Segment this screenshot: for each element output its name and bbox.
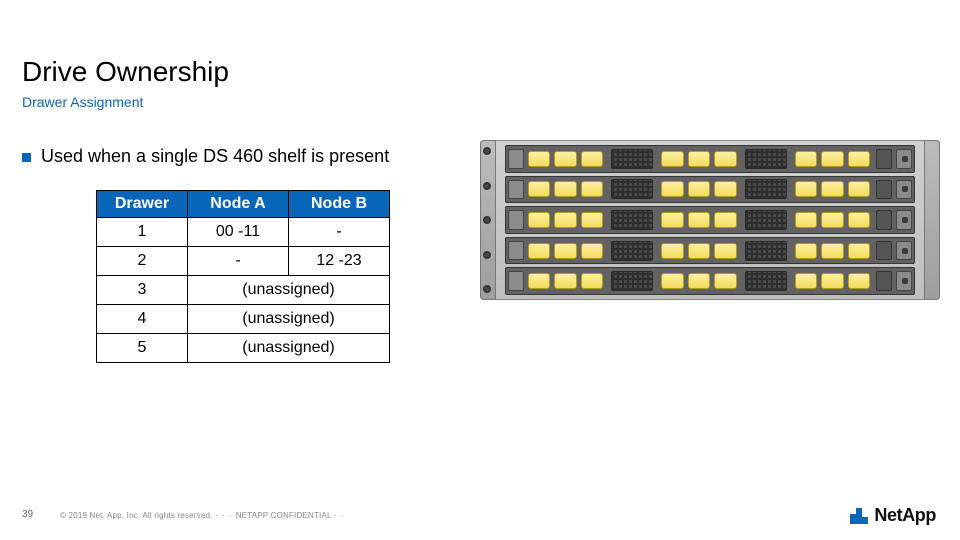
bullet-text: Used when a single DS 460 shelf is prese… xyxy=(41,146,389,167)
cell-drawer: 3 xyxy=(97,276,188,305)
drawer-handle-icon xyxy=(508,271,524,291)
ds460-shelf-illustration xyxy=(480,140,940,300)
drawer-handle-icon xyxy=(508,210,524,230)
cell-node-a: - xyxy=(188,247,289,276)
vent-icon xyxy=(611,149,653,169)
drawer-content xyxy=(528,268,870,294)
cell-unassigned: (unassigned) xyxy=(188,334,390,363)
netapp-logo-icon xyxy=(850,508,868,524)
cell-drawer: 5 xyxy=(97,334,188,363)
cell-node-a: 00 -11 xyxy=(188,218,289,247)
cell-drawer: 2 xyxy=(97,247,188,276)
shelf-drawer xyxy=(505,267,915,295)
drawer-latch-icon xyxy=(876,241,892,261)
cell-node-b: - xyxy=(289,218,390,247)
footer-text: © 2019 Net. App, Inc. All rights reserve… xyxy=(60,511,344,520)
vent-icon xyxy=(745,241,787,261)
table-row: 4 (unassigned) xyxy=(97,305,390,334)
drawer-latch-icon xyxy=(876,180,892,200)
rack-ear-left xyxy=(483,147,493,293)
vent-icon xyxy=(611,241,653,261)
shelf-drawer xyxy=(505,237,915,265)
vent-icon xyxy=(745,271,787,291)
page-number: 39 xyxy=(22,509,33,520)
cell-drawer: 1 xyxy=(97,218,188,247)
shelf-drawer xyxy=(505,145,915,173)
drawer-handle-icon xyxy=(508,149,524,169)
footer-separator: · · xyxy=(334,511,345,520)
cell-unassigned: (unassigned) xyxy=(188,276,390,305)
shelf-drawer xyxy=(505,206,915,234)
drawer-content xyxy=(528,238,870,264)
cell-unassigned: (unassigned) xyxy=(188,305,390,334)
drawer-latch-icon xyxy=(876,210,892,230)
shelf-drawer xyxy=(505,176,915,204)
cell-node-b: 12 -23 xyxy=(289,247,390,276)
footer-copyright: © 2019 Net. App, Inc. All rights reserve… xyxy=(60,511,213,520)
drawer-handle-icon xyxy=(896,180,912,200)
netapp-logo-text: NetApp xyxy=(874,505,936,526)
drawer-handle-icon xyxy=(896,241,912,261)
drawer-handle-icon xyxy=(896,271,912,291)
footer-separator: · · · xyxy=(215,511,236,520)
slide: Drive Ownership Drawer Assignment Used w… xyxy=(0,0,960,540)
table-row: 5 (unassigned) xyxy=(97,334,390,363)
footer-confidential: NETAPP CONFIDENTIAL xyxy=(236,511,332,520)
cell-drawer: 4 xyxy=(97,305,188,334)
table-row: 1 00 -11 - xyxy=(97,218,390,247)
drawer-content xyxy=(528,207,870,233)
drawer-content xyxy=(528,177,870,203)
vent-icon xyxy=(611,179,653,199)
drawer-handle-icon xyxy=(508,241,524,261)
netapp-logo: NetApp xyxy=(850,505,936,526)
page-title: Drive Ownership xyxy=(22,56,229,88)
col-node-a: Node A xyxy=(188,191,289,218)
drawer-content xyxy=(528,146,870,172)
bullet-item: Used when a single DS 460 shelf is prese… xyxy=(22,146,389,167)
drawer-handle-icon xyxy=(896,149,912,169)
page-subtitle: Drawer Assignment xyxy=(22,94,143,110)
drawer-assignment-table: Drawer Node A Node B 1 00 -11 - 2 - 12 -… xyxy=(96,190,390,363)
col-node-b: Node B xyxy=(289,191,390,218)
drawer-latch-icon xyxy=(876,149,892,169)
vent-icon xyxy=(745,149,787,169)
col-drawer: Drawer xyxy=(97,191,188,218)
vent-icon xyxy=(745,210,787,230)
vent-icon xyxy=(611,271,653,291)
table-header-row: Drawer Node A Node B xyxy=(97,191,390,218)
table-row: 3 (unassigned) xyxy=(97,276,390,305)
vent-icon xyxy=(745,179,787,199)
vent-icon xyxy=(611,210,653,230)
rack-ear-right xyxy=(927,147,937,293)
drawer-latch-icon xyxy=(876,271,892,291)
drawer-handle-icon xyxy=(508,180,524,200)
table-row: 2 - 12 -23 xyxy=(97,247,390,276)
drawer-handle-icon xyxy=(896,210,912,230)
bullet-square-icon xyxy=(22,153,31,162)
